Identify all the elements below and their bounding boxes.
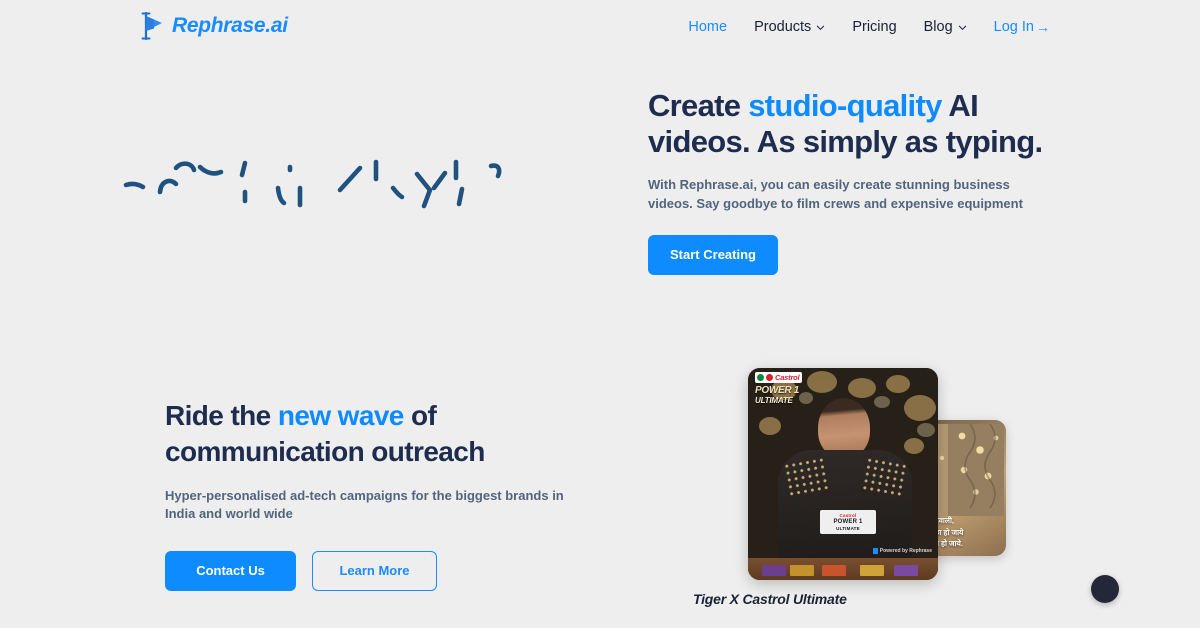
product-package — [860, 565, 884, 576]
product-package — [762, 565, 786, 576]
outreach-subtitle: Hyper-personalised ad-tech campaigns for… — [165, 487, 564, 522]
nav-item-home[interactable]: Home — [688, 19, 727, 35]
handwriting-scribble-illustration — [112, 140, 532, 225]
outreach-title: Ride the new wave of communication outre… — [165, 398, 595, 470]
learn-more-button[interactable]: Learn More — [312, 550, 437, 591]
flag-play-icon — [140, 11, 166, 41]
outreach-title-highlight: new wave — [277, 400, 405, 431]
watermark-flag-icon — [872, 548, 878, 554]
rephrase-watermark: Powered by Rephrase — [872, 548, 932, 554]
chat-bubble-icon[interactable] — [1091, 575, 1119, 603]
badge-line-2: POWER 1 — [833, 519, 863, 525]
nav-item-label: Home — [688, 19, 728, 35]
product-package — [822, 565, 846, 576]
nav-item-login[interactable]: Log In → — [994, 19, 1050, 35]
nav-item-products[interactable]: Products — [754, 19, 825, 35]
hero-title-part1: Create — [648, 88, 749, 123]
castrol-dot-red — [766, 374, 773, 381]
arrow-right-icon: → — [1036, 19, 1050, 35]
chevron-down-icon — [958, 23, 967, 32]
product-package — [894, 565, 918, 576]
showcase-caption: Tiger X Castrol Ultimate — [693, 591, 847, 607]
main-nav: Home Products Pricing Blog Log In → — [688, 19, 1050, 35]
outreach-section: Ride the new wave of communication outre… — [165, 398, 595, 591]
hero-section: Create studio-quality AI videos. As simp… — [648, 88, 1068, 275]
badge-line-3: ULTIMATE — [836, 526, 860, 531]
video-showcase: इस दिवाली, कुछ अच्छा हो जाये कुछ मीठा हो… — [748, 368, 1038, 588]
hero-subtitle: With Rephrase.ai, you can easily create … — [648, 176, 1023, 211]
brand-logo[interactable]: Rephrase.ai — [140, 11, 288, 41]
nav-item-pricing[interactable]: Pricing — [852, 19, 896, 35]
nav-item-blog[interactable]: Blog — [924, 19, 967, 35]
brand-name: Rephrase.ai — [172, 14, 288, 37]
nav-item-label: Pricing — [852, 19, 897, 35]
watermark-label: Powered by Rephrase — [879, 548, 932, 554]
jacket-studs-left — [783, 456, 829, 498]
landing-page: Rephrase.ai Home Products Pricing Blog L… — [0, 0, 1200, 628]
nav-item-label: Products — [754, 19, 812, 35]
primary-card-table — [748, 558, 938, 580]
login-label: Log In — [993, 19, 1034, 35]
hero-title: Create studio-quality AI videos. As simp… — [648, 88, 1068, 160]
outreach-title-part1: Ride the — [165, 400, 278, 431]
outreach-button-group: Contact Us Learn More — [165, 550, 595, 591]
jacket-brand-badge: Castrol POWER 1 ULTIMATE — [820, 510, 876, 534]
video-card-primary[interactable]: Castrol POWER 1 ULTIMATE Castrol POWER 1… — [748, 368, 938, 580]
badge-line-1: Castrol — [839, 513, 857, 518]
hero-title-highlight: studio-quality — [748, 88, 942, 123]
start-creating-button[interactable]: Start Creating — [648, 234, 778, 275]
chevron-down-icon — [816, 23, 825, 32]
castrol-dot-green — [757, 374, 764, 381]
nav-item-label: Blog — [923, 19, 953, 35]
product-package — [790, 565, 814, 576]
contact-us-button[interactable]: Contact Us — [165, 550, 296, 591]
person-head — [818, 398, 870, 458]
castrol-power1-label: POWER 1 — [755, 385, 800, 396]
castrol-wordmark: Castrol — [775, 373, 800, 382]
jacket-studs-right — [861, 456, 907, 498]
site-header: Rephrase.ai Home Products Pricing Blog L… — [0, 0, 1200, 56]
